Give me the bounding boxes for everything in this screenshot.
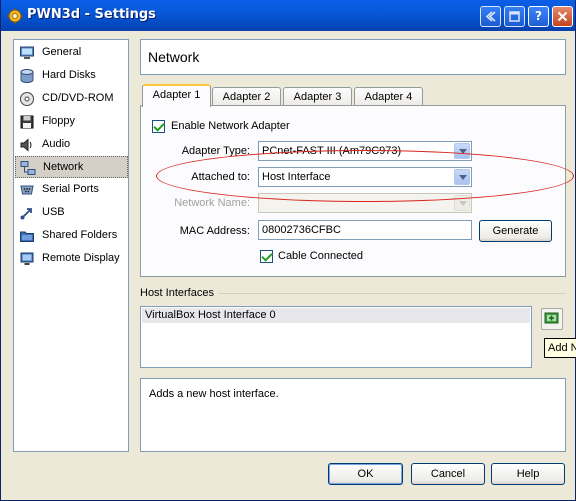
adapter-tab-panel: Enable Network Adapter Adapter Type: PCn… — [140, 105, 566, 277]
attached-to-select[interactable]: Host Interface — [258, 167, 472, 187]
shared-folder-icon — [20, 231, 34, 242]
sidebar-item-label: Hard Disks — [42, 69, 96, 81]
sidebar-item-label: USB — [42, 206, 65, 218]
enable-network-adapter-checkbox[interactable] — [152, 120, 165, 133]
sidebar-item-label: Audio — [42, 138, 71, 150]
general-icon — [20, 46, 34, 59]
sidebar-item-hard-disks[interactable]: Hard Disks — [15, 65, 128, 87]
add-network-icon — [544, 312, 559, 324]
title-bar[interactable]: PWN3d - Settings ? — [1, 0, 575, 31]
sidebar-item-label: Floppy — [42, 115, 76, 127]
serial-port-icon — [20, 185, 34, 195]
enable-network-adapter-label: Enable Network Adapter — [171, 120, 290, 132]
sidebar-item-cd-dvd-rom[interactable]: CD/DVD-ROM — [15, 88, 128, 110]
sidebar-item-label: Remote Display — [42, 252, 120, 264]
tab-adapter-4[interactable]: Adapter 4 — [354, 87, 423, 107]
network-name-label: Network Name: — [174, 197, 250, 209]
remote-display-icon — [20, 252, 34, 265]
sidebar-item-serial-ports[interactable]: Serial Ports — [15, 179, 128, 201]
adapter-type-select[interactable]: PCnet-FAST III (Am79C973) — [258, 141, 472, 161]
add-host-interface-tooltip: Add N — [544, 338, 576, 358]
host-interface-name: VirtualBox Host Interface 0 — [145, 309, 276, 321]
description-text: Adds a new host interface. — [149, 388, 279, 400]
host-interfaces-heading: Host Interfaces — [140, 287, 214, 299]
help-context-button[interactable] — [480, 6, 501, 27]
back-arrows-icon — [485, 11, 496, 22]
tab-adapter-3[interactable]: Adapter 3 — [283, 87, 352, 107]
host-interfaces-list[interactable]: VirtualBox Host Interface 0 — [140, 306, 532, 368]
sidebar-item-label: Network — [43, 161, 84, 173]
close-button[interactable] — [552, 6, 573, 27]
close-icon — [557, 11, 568, 22]
sidebar-item-label: Serial Ports — [42, 183, 99, 195]
tab-adapter-2[interactable]: Adapter 2 — [212, 87, 281, 107]
mac-address-label: MAC Address: — [179, 225, 250, 237]
cancel-button[interactable]: Cancel — [411, 463, 485, 485]
description-box: Adds a new host interface. — [140, 378, 566, 452]
audio-icon — [20, 138, 32, 152]
tab-adapter-1[interactable]: Adapter 1 — [142, 84, 211, 107]
section-header: Network — [140, 39, 566, 75]
maximize-icon — [509, 11, 520, 22]
network-name-select[interactable] — [258, 193, 472, 213]
question-button[interactable]: ? — [528, 6, 549, 27]
generate-button[interactable]: Generate — [479, 220, 552, 242]
help-button[interactable]: Help — [491, 463, 565, 485]
sidebar-item-general[interactable]: General — [15, 42, 128, 64]
chevron-down-icon — [454, 143, 470, 159]
add-host-interface-button[interactable] — [541, 308, 563, 330]
adapter-type-value: PCnet-FAST III (Am79C973) — [262, 145, 402, 157]
sidebar-item-label: Shared Folders — [42, 229, 118, 241]
window-title: PWN3d - Settings — [27, 7, 156, 22]
cable-connected-checkbox[interactable] — [260, 250, 273, 263]
mac-address-input[interactable] — [259, 221, 471, 239]
sidebar-item-remote-display[interactable]: Remote Display — [15, 248, 128, 270]
chevron-down-icon — [454, 195, 470, 211]
list-item[interactable]: VirtualBox Host Interface 0 — [142, 308, 530, 323]
sidebar-item-network[interactable]: Network — [15, 156, 128, 178]
sidebar-item-floppy[interactable]: Floppy — [15, 111, 128, 133]
settings-category-list[interactable]: General Hard Disks CD/DVD-ROM Floppy Aud… — [13, 39, 129, 452]
sidebar-item-label: General — [42, 46, 82, 58]
hard-disk-icon — [20, 69, 34, 83]
floppy-icon — [20, 115, 34, 129]
section-title: Network — [148, 49, 200, 65]
chevron-down-icon — [454, 169, 470, 185]
adapter-type-label: Adapter Type: — [181, 145, 250, 157]
group-divider — [219, 293, 566, 294]
ok-button[interactable]: OK — [328, 463, 403, 485]
sidebar-item-usb[interactable]: USB — [15, 202, 128, 224]
maximize-button[interactable] — [504, 6, 525, 27]
attached-to-label: Attached to: — [191, 171, 250, 183]
network-icon — [20, 161, 36, 175]
gear-icon — [7, 8, 23, 24]
cable-connected-label: Cable Connected — [278, 250, 364, 262]
question-icon: ? — [535, 9, 542, 23]
sidebar-item-shared-folders[interactable]: Shared Folders — [15, 225, 128, 247]
usb-icon — [20, 208, 32, 220]
sidebar-item-audio[interactable]: Audio — [15, 134, 128, 156]
cd-dvd-icon — [20, 92, 34, 106]
mac-address-field[interactable] — [258, 220, 472, 240]
sidebar-item-label: CD/DVD-ROM — [42, 92, 114, 104]
settings-window: PWN3d - Settings ? General Hard Disks CD… — [0, 0, 576, 501]
attached-to-value: Host Interface — [262, 171, 331, 183]
